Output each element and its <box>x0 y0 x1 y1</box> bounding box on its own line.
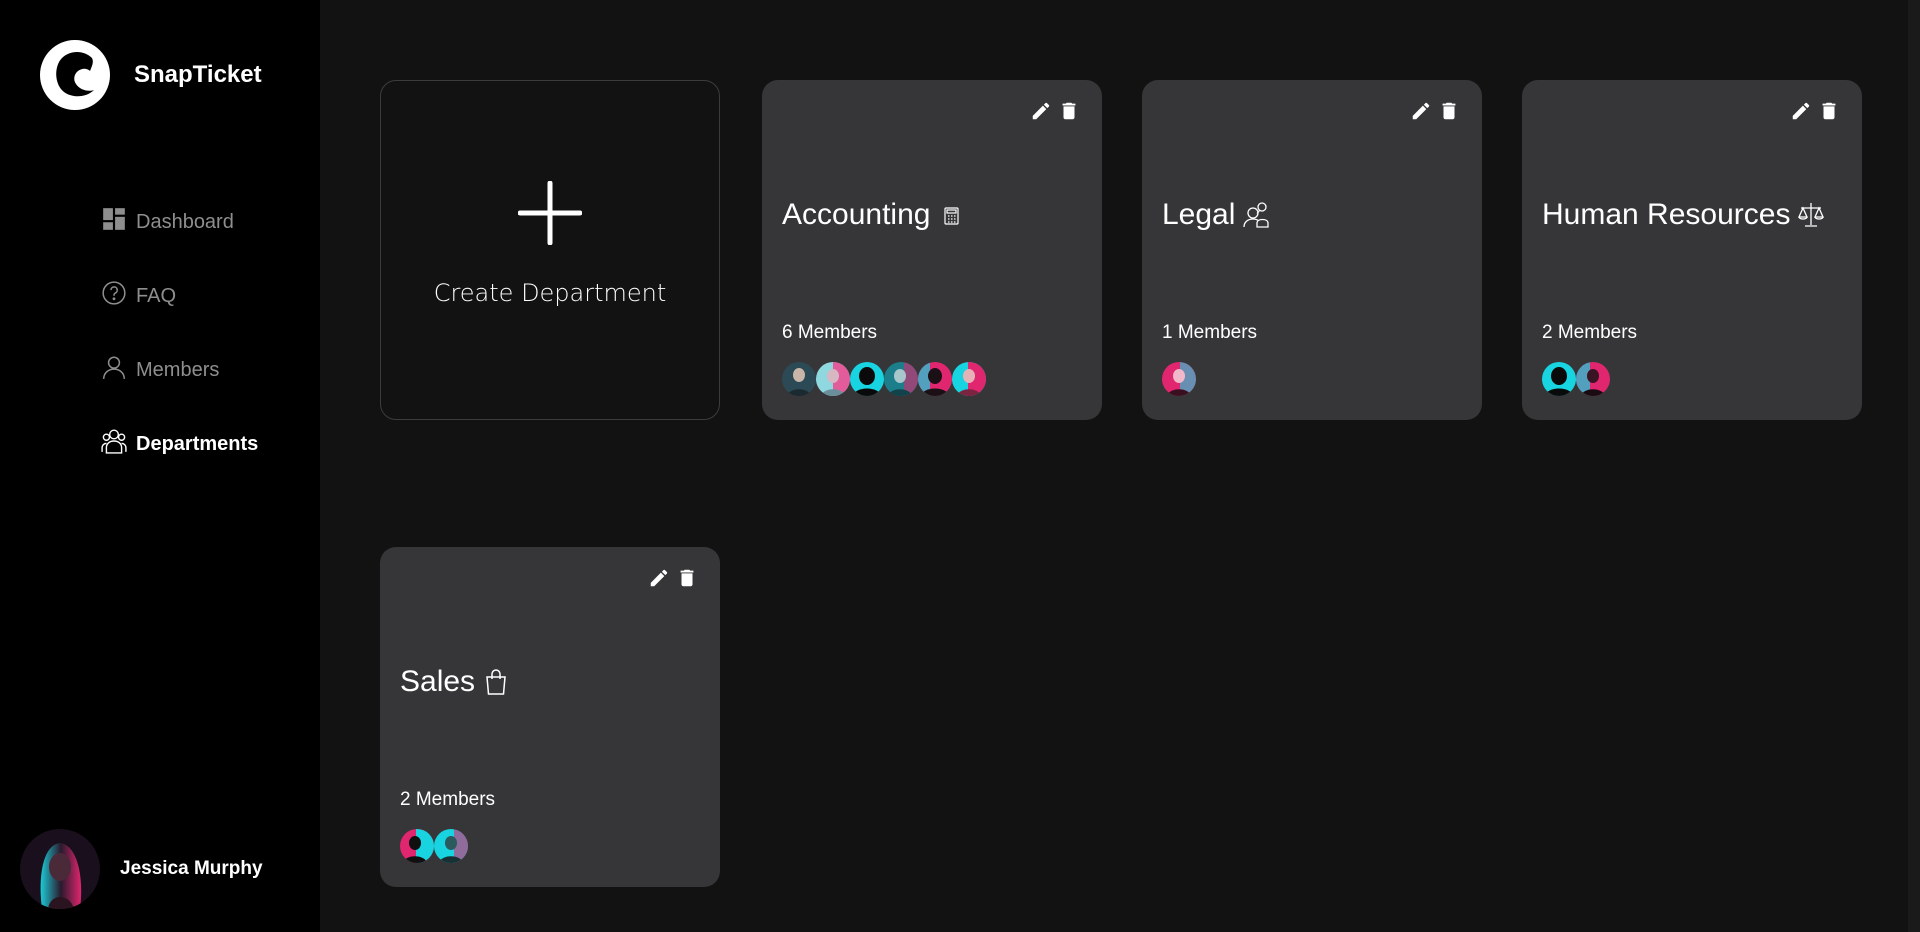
scales-icon <box>1796 200 1826 230</box>
sidebar: SnapTicket Dashboard FAQ Members Departm… <box>0 0 320 932</box>
avatar[interactable] <box>1542 362 1576 396</box>
sidebar-nav: Dashboard FAQ Members Departments <box>100 204 258 500</box>
avatar <box>20 829 100 909</box>
member-avatars <box>1542 362 1610 396</box>
members-count: 1 Members <box>1162 322 1258 343</box>
sidebar-item-label: Dashboard <box>136 211 234 233</box>
snapticket-logo-icon <box>40 40 110 110</box>
member-avatars <box>400 829 468 863</box>
member-avatars <box>1162 362 1196 396</box>
delete-icon[interactable] <box>676 567 698 589</box>
edit-icon[interactable] <box>1410 100 1432 122</box>
department-title: Sales <box>400 665 511 699</box>
department-card-human-resources[interactable]: Human Resources 2 Members <box>1522 80 1862 420</box>
avatar[interactable] <box>884 362 918 396</box>
person-search-icon <box>1241 200 1271 230</box>
avatar[interactable] <box>850 362 884 396</box>
app-shell: SnapTicket Dashboard FAQ Members Departm… <box>0 0 1920 932</box>
avatar[interactable] <box>400 829 434 863</box>
card-actions <box>1410 100 1460 122</box>
people-group-icon <box>100 428 128 456</box>
department-name: Human Resources <box>1542 198 1791 231</box>
sidebar-item-members[interactable]: Members <box>100 352 258 382</box>
department-name: Accounting <box>782 198 931 231</box>
shopping-bag-icon <box>481 667 511 697</box>
delete-icon[interactable] <box>1058 100 1080 122</box>
card-actions <box>1790 100 1840 122</box>
departments-main: Create Department Accounting 6 Members L… <box>320 0 1920 932</box>
edit-icon[interactable] <box>1790 100 1812 122</box>
department-card-accounting[interactable]: Accounting 6 Members <box>762 80 1102 420</box>
avatar[interactable] <box>1162 362 1196 396</box>
dashboard-icon <box>100 206 128 234</box>
card-actions <box>648 567 698 589</box>
members-count: 2 Members <box>1542 322 1638 343</box>
avatar[interactable] <box>782 362 816 396</box>
avatar[interactable] <box>434 829 468 863</box>
calculator-icon <box>936 200 966 230</box>
card-actions <box>1030 100 1080 122</box>
edit-icon[interactable] <box>648 567 670 589</box>
department-name: Sales <box>400 665 476 698</box>
department-title: Human Resources <box>1542 198 1826 232</box>
members-count: 6 Members <box>782 322 878 343</box>
create-department-label: Create Department <box>433 279 667 307</box>
sidebar-item-label: Departments <box>136 433 259 455</box>
sidebar-item-departments[interactable]: Departments <box>100 426 258 456</box>
app-name: SnapTicket <box>134 61 262 88</box>
brand[interactable]: SnapTicket <box>40 40 262 110</box>
member-avatars <box>782 362 986 396</box>
sidebar-item-dashboard[interactable]: Dashboard <box>100 204 258 234</box>
plus-icon <box>518 181 582 245</box>
avatar[interactable] <box>918 362 952 396</box>
avatar[interactable] <box>1576 362 1610 396</box>
create-department-card[interactable]: Create Department <box>380 80 720 420</box>
avatar[interactable] <box>952 362 986 396</box>
sidebar-item-faq[interactable]: FAQ <box>100 278 258 308</box>
delete-icon[interactable] <box>1818 100 1840 122</box>
avatar[interactable] <box>816 362 850 396</box>
scrollbar[interactable] <box>1908 0 1920 932</box>
department-card-legal[interactable]: Legal 1 Members <box>1142 80 1482 420</box>
sidebar-item-label: Members <box>136 359 220 381</box>
members-count: 2 Members <box>400 789 496 810</box>
department-title: Legal <box>1162 198 1271 232</box>
department-card-sales[interactable]: Sales 2 Members <box>380 547 720 887</box>
sidebar-item-label: FAQ <box>136 285 177 307</box>
question-circle-icon <box>100 280 128 308</box>
person-icon <box>100 354 128 382</box>
department-name: Legal <box>1162 198 1236 231</box>
user-name: Jessica Murphy <box>120 858 263 879</box>
delete-icon[interactable] <box>1438 100 1460 122</box>
department-title: Accounting <box>782 198 966 232</box>
current-user[interactable]: Jessica Murphy <box>20 829 263 909</box>
edit-icon[interactable] <box>1030 100 1052 122</box>
